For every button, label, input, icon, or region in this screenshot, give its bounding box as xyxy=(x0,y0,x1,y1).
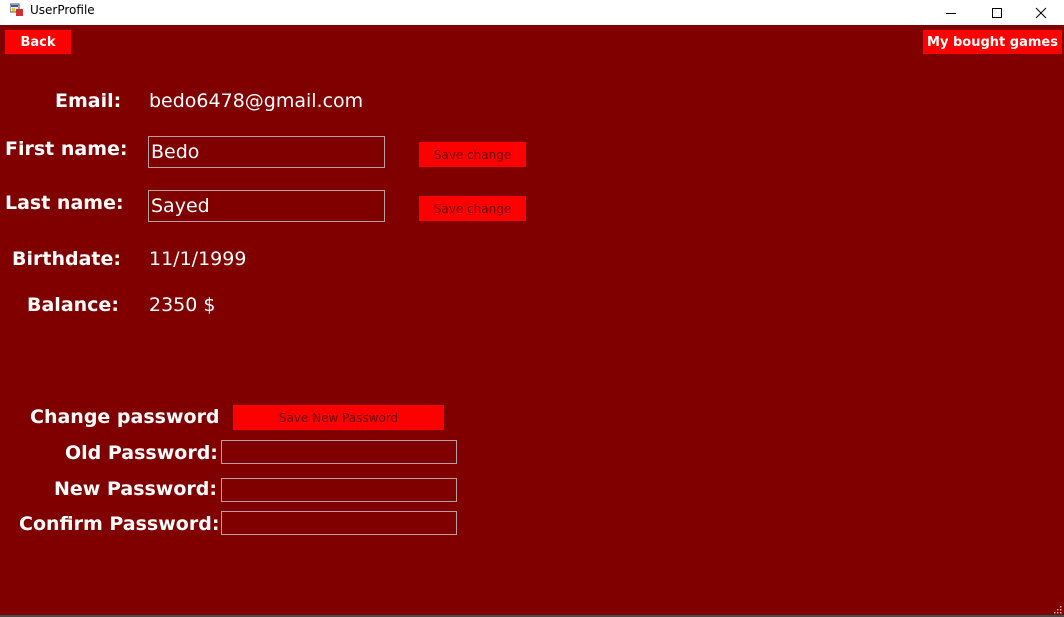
email-value: bedo6478@gmail.com xyxy=(149,90,364,112)
old-password-input[interactable] xyxy=(221,440,457,464)
resize-grip-icon[interactable] xyxy=(1052,604,1062,614)
confirm-password-input[interactable] xyxy=(221,511,457,535)
back-button[interactable]: Back xyxy=(5,30,71,54)
close-icon xyxy=(1035,7,1047,18)
window-title: UserProfile xyxy=(30,3,95,17)
app-icon xyxy=(10,3,23,16)
save-new-password-label: Save New Password xyxy=(278,410,399,425)
email-label: Email: xyxy=(55,90,122,112)
title-bar: UserProfile xyxy=(0,0,1064,25)
close-button[interactable] xyxy=(1018,0,1064,25)
old-password-label: Old Password: xyxy=(65,442,218,464)
save-first-name-button[interactable]: Save change xyxy=(419,142,526,167)
save-first-name-label: Save change xyxy=(433,147,512,162)
birthdate-value: 11/1/1999 xyxy=(149,248,247,270)
maximize-icon xyxy=(992,7,1002,18)
my-bought-games-button[interactable]: My bought games xyxy=(923,30,1062,54)
new-password-label: New Password: xyxy=(54,478,217,500)
last-name-label: Last name: xyxy=(5,192,124,214)
balance-label: Balance: xyxy=(27,294,119,316)
minimize-button[interactable] xyxy=(928,0,974,25)
maximize-button[interactable] xyxy=(974,0,1020,25)
last-name-input[interactable] xyxy=(148,190,385,222)
save-last-name-button[interactable]: Save change xyxy=(419,196,526,221)
change-password-heading: Change password xyxy=(30,406,220,428)
birthdate-label: Birthdate: xyxy=(12,248,121,270)
new-password-input[interactable] xyxy=(221,478,457,502)
confirm-password-label: Confirm Password: xyxy=(19,513,220,535)
balance-value: 2350 $ xyxy=(149,294,216,316)
first-name-label: First name: xyxy=(5,138,128,160)
first-name-input[interactable] xyxy=(148,136,385,168)
save-last-name-label: Save change xyxy=(433,201,512,216)
minimize-icon xyxy=(946,12,956,14)
save-new-password-button[interactable]: Save New Password xyxy=(233,405,444,430)
